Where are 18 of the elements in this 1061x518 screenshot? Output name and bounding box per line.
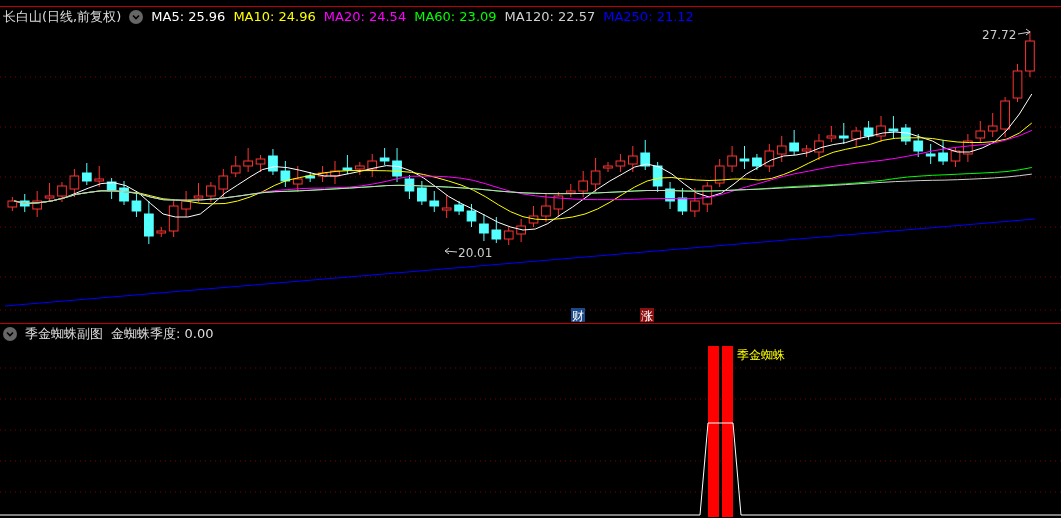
low-price-label: 20.01 <box>458 246 493 260</box>
event-badge[interactable]: 财 <box>571 308 585 323</box>
dropdown-icon[interactable] <box>129 10 144 24</box>
moving-average-label: MA5: 25.96 <box>151 8 226 27</box>
moving-average-label: MA120: 22.57 <box>504 8 596 27</box>
dropdown-icon[interactable] <box>3 326 17 341</box>
indicator-title: 季金蜘蛛副图 <box>25 324 103 343</box>
signal-label: 季金蜘蛛 <box>737 348 785 362</box>
indicator-reading: 金蜘蛛季度: 0.00 <box>111 324 214 343</box>
high-price-label: 27.72 <box>982 28 1017 42</box>
moving-average-label: MA250: 21.12 <box>603 8 694 27</box>
event-badge[interactable]: 涨 <box>640 308 654 323</box>
arrow-icon <box>444 247 458 255</box>
arrow-icon <box>1017 28 1031 36</box>
moving-average-label: MA60: 23.09 <box>414 8 497 27</box>
moving-average-label: MA10: 24.96 <box>233 8 316 27</box>
moving-average-label: MA20: 24.54 <box>323 8 407 27</box>
chart-title: 长白山(日线,前复权) <box>3 8 122 27</box>
